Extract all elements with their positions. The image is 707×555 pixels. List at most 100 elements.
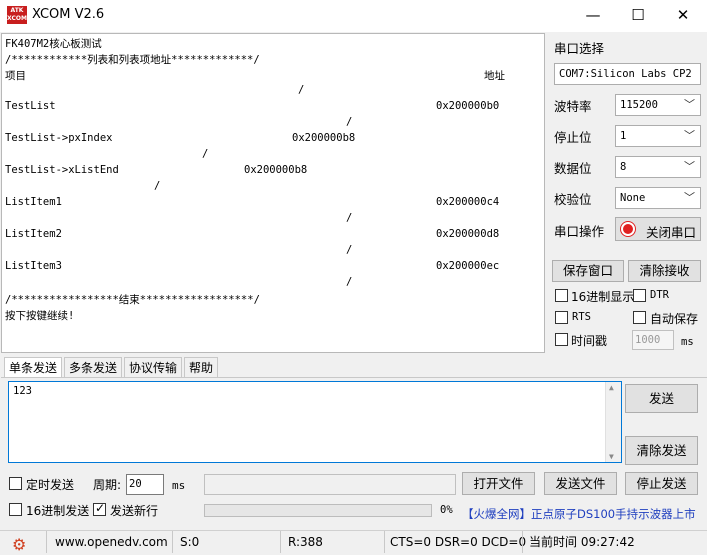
receive-line: /************列表和列表项地址*************/ xyxy=(5,54,260,66)
status-divider xyxy=(280,531,281,553)
chevron-down-icon: ﹀ xyxy=(684,98,695,111)
baud-select-value: 115200 xyxy=(620,99,658,111)
port-select-value: COM7:Silicon Labs CP2 xyxy=(559,68,692,80)
port-operation-label: 串口操作 xyxy=(554,224,605,239)
stop-bits-value: 1 xyxy=(620,130,627,142)
send-newline-checkbox[interactable] xyxy=(93,501,106,516)
file-path-input[interactable] xyxy=(204,474,456,495)
hex-display-checkbox[interactable] xyxy=(555,289,568,302)
send-progress-percent: 0% xyxy=(440,504,453,516)
clear-receive-button[interactable]: 清除接收 xyxy=(628,260,701,282)
receive-line: TestList->pxIndex xyxy=(5,132,113,144)
data-bits-select[interactable]: 8 ﹀ xyxy=(615,156,701,178)
sent-count: S:0 xyxy=(180,535,200,549)
minimize-button[interactable]: — xyxy=(570,0,616,32)
chevron-down-icon: ﹀ xyxy=(684,129,695,142)
rts-label: RTS xyxy=(572,311,591,323)
app-logo: ATK XCOM xyxy=(7,6,27,24)
timestamp-checkbox[interactable] xyxy=(555,333,568,346)
tab-single-send[interactable]: 单条发送 xyxy=(4,357,63,377)
timed-send-checkbox[interactable] xyxy=(9,477,22,490)
auto-save-label: 自动保存 xyxy=(650,312,699,326)
stop-send-button[interactable]: 停止发送 xyxy=(625,472,698,495)
send-button[interactable]: 发送 xyxy=(625,384,698,413)
hex-send-checkbox[interactable] xyxy=(9,503,22,516)
port-label: 串口选择 xyxy=(554,41,605,56)
receive-line: /*****************结束******************/ xyxy=(5,294,260,306)
stop-bits-label: 停止位 xyxy=(554,130,592,145)
dtr-label: DTR xyxy=(650,289,669,301)
receive-value: 0x200000ec xyxy=(436,260,500,272)
gear-icon[interactable]: ⚙ xyxy=(12,535,26,554)
receive-slash: / xyxy=(346,116,353,128)
parity-select[interactable]: None ﹀ xyxy=(615,187,701,209)
baud-label: 波特率 xyxy=(554,99,592,114)
save-window-button[interactable]: 保存窗口 xyxy=(552,260,624,282)
website-link[interactable]: www.openedv.com xyxy=(55,534,168,550)
hex-display-label: 16进制显示 xyxy=(571,290,635,304)
receive-value: 0x200000b8 xyxy=(244,164,308,176)
parity-value: None xyxy=(620,192,646,204)
dtr-checkbox[interactable] xyxy=(633,289,646,302)
status-divider xyxy=(172,531,173,553)
auto-save-checkbox[interactable] xyxy=(633,311,646,324)
receive-line: 项目 xyxy=(5,70,26,82)
period-label: 周期: xyxy=(93,478,122,492)
maximize-button[interactable]: ☐ xyxy=(615,0,661,32)
receive-line: ListItem3 xyxy=(5,260,62,272)
signal-status: CTS=0 DSR=0 DCD=0 xyxy=(390,535,527,549)
period-ms-label: ms xyxy=(172,479,186,492)
receive-slash: / xyxy=(346,244,353,256)
port-select[interactable]: COM7:Silicon Labs CP2 xyxy=(554,63,701,85)
stop-bits-select[interactable]: 1 ﹀ xyxy=(615,125,701,147)
hex-send-label: 16进制发送 xyxy=(26,504,90,518)
receive-slash: / xyxy=(298,84,305,96)
receive-address-header: 地址 xyxy=(484,70,505,82)
baud-select[interactable]: 115200 ﹀ xyxy=(615,94,701,116)
data-bits-label: 数据位 xyxy=(554,161,592,176)
ad-link[interactable]: 【火爆全网】正点原子DS100手持示波器上市 xyxy=(462,506,696,522)
receive-line: TestList->xListEnd xyxy=(5,164,119,176)
receive-value: 0x200000c4 xyxy=(436,196,500,208)
timed-send-label: 定时发送 xyxy=(26,478,75,492)
current-time: 当前时间 09:27:42 xyxy=(529,535,635,549)
port-status-icon xyxy=(621,222,635,236)
timestamp-label: 时间戳 xyxy=(571,334,608,348)
chevron-down-icon: ﹀ xyxy=(684,191,695,204)
data-bits-value: 8 xyxy=(620,161,627,173)
receive-line: ListItem1 xyxy=(5,196,62,208)
close-port-button[interactable]: 关闭串口 xyxy=(615,217,701,241)
scroll-up-icon[interactable]: ▲ xyxy=(609,383,614,392)
send-textarea[interactable]: 123 ▲ ▼ xyxy=(8,381,622,463)
receive-line: 按下按键继续! xyxy=(5,310,75,322)
clear-send-button[interactable]: 清除发送 xyxy=(625,436,698,465)
parity-label: 校验位 xyxy=(554,192,592,207)
chevron-down-icon: ﹀ xyxy=(684,160,695,173)
receive-slash: / xyxy=(346,212,353,224)
receive-textarea[interactable]: FK407M2核心板测试 /************列表和列表项地址******… xyxy=(1,33,545,353)
tab-protocol[interactable]: 协议传输 xyxy=(124,357,183,377)
window-title: XCOM V2.6 xyxy=(32,7,105,22)
period-input[interactable]: 20 xyxy=(126,474,164,495)
receive-line: TestList xyxy=(5,100,56,112)
close-button[interactable]: ✕ xyxy=(660,0,706,32)
received-count: R:388 xyxy=(288,535,323,549)
status-divider xyxy=(46,531,47,553)
receive-value: 0x200000b8 xyxy=(292,132,356,144)
receive-value: 0x200000b0 xyxy=(436,100,500,112)
open-file-button[interactable]: 打开文件 xyxy=(462,472,535,495)
receive-value: 0x200000d8 xyxy=(436,228,500,240)
close-port-label: 关闭串口 xyxy=(646,225,697,240)
timestamp-ms-label: ms xyxy=(681,336,694,348)
status-divider xyxy=(522,531,523,553)
rts-checkbox[interactable] xyxy=(555,311,568,324)
timestamp-input[interactable]: 1000 xyxy=(632,330,674,350)
scroll-down-icon[interactable]: ▼ xyxy=(609,452,614,461)
receive-line: ListItem2 xyxy=(5,228,62,240)
send-file-button[interactable]: 发送文件 xyxy=(544,472,617,495)
receive-slash: / xyxy=(202,148,209,160)
send-scrollbar[interactable]: ▲ ▼ xyxy=(605,382,621,462)
tab-multi-send[interactable]: 多条发送 xyxy=(64,357,123,377)
receive-slash: / xyxy=(154,180,161,192)
tab-help[interactable]: 帮助 xyxy=(184,357,219,377)
